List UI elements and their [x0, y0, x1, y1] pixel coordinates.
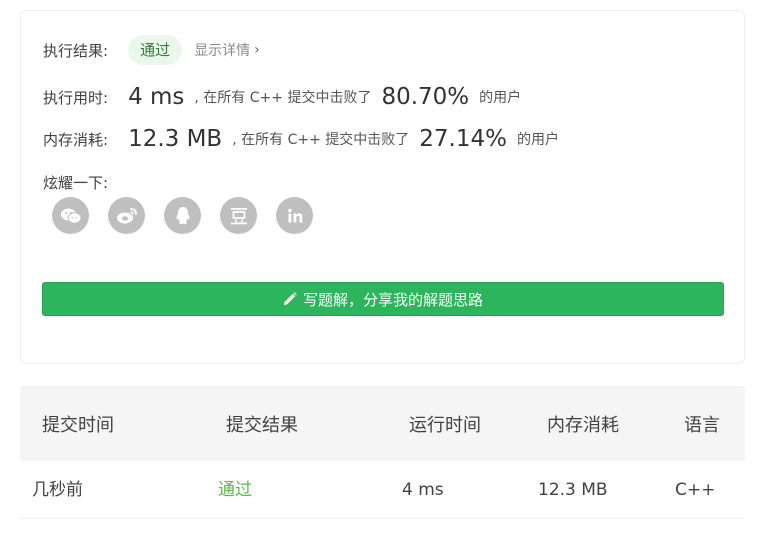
table-header: 提交时间 提交结果 运行时间 内存消耗 语言: [20, 386, 745, 461]
cell-memory: 12.3 MB: [538, 480, 608, 500]
cell-submit-result[interactable]: 通过: [218, 461, 252, 519]
share-row: 炫耀一下:: [43, 171, 108, 193]
share-label: 炫耀一下:: [43, 173, 109, 192]
header-runtime: 运行时间: [409, 414, 481, 436]
header-submit-result: 提交结果: [226, 414, 298, 436]
status-badge: 通过: [128, 35, 183, 65]
cell-runtime: 4 ms: [402, 480, 444, 500]
table-row[interactable]: 几秒前 通过 4 ms 12.3 MB C++: [20, 461, 745, 519]
memory-users-text: 的用户: [516, 132, 559, 148]
result-label: 执行结果:: [43, 41, 109, 60]
cell-submit-time: 几秒前: [32, 480, 83, 500]
header-memory: 内存消耗: [547, 414, 619, 436]
result-row: 执行结果: 通过 显示详情 ›: [43, 35, 260, 65]
runtime-value: 4 ms: [128, 84, 185, 110]
share-icons: [52, 197, 313, 234]
wechat-icon[interactable]: [52, 197, 89, 234]
show-details-label: 显示详情: [194, 43, 251, 59]
douban-icon[interactable]: [220, 197, 257, 234]
chevron-right-icon: ›: [254, 42, 260, 58]
runtime-row: 执行用时: 4 ms , 在所有 C++ 提交中击败了 80.70% 的用户: [43, 81, 521, 113]
pencil-icon: [283, 292, 297, 306]
header-language: 语言: [684, 414, 720, 436]
header-submit-time: 提交时间: [42, 414, 114, 436]
submissions-table: 提交时间 提交结果 运行时间 内存消耗 语言 几秒前 通过 4 ms 12.3 …: [20, 386, 745, 519]
memory-label: 内存消耗:: [43, 130, 109, 149]
show-details-link[interactable]: 显示详情 ›: [194, 40, 260, 60]
memory-row: 内存消耗: 12.3 MB , 在所有 C++ 提交中击败了 27.14% 的用…: [43, 123, 559, 155]
memory-value: 12.3 MB: [128, 126, 223, 152]
runtime-percent: 80.70%: [381, 84, 470, 110]
write-solution-button[interactable]: 写题解，分享我的解题思路: [42, 282, 724, 316]
qq-icon[interactable]: [164, 197, 201, 234]
runtime-beat-text: , 在所有 C++ 提交中击败了: [194, 90, 372, 106]
runtime-label: 执行用时:: [43, 88, 109, 107]
memory-percent: 27.14%: [419, 126, 507, 152]
write-solution-label: 写题解，分享我的解题思路: [302, 290, 483, 309]
result-card: 执行结果: 通过 显示详情 › 执行用时: 4 ms , 在所有 C++ 提交中…: [20, 10, 745, 364]
cell-language: C++: [675, 480, 716, 500]
memory-beat-text: , 在所有 C++ 提交中击败了: [232, 132, 410, 148]
weibo-icon[interactable]: [108, 197, 145, 234]
linkedin-icon[interactable]: [276, 197, 313, 234]
runtime-users-text: 的用户: [479, 90, 522, 106]
